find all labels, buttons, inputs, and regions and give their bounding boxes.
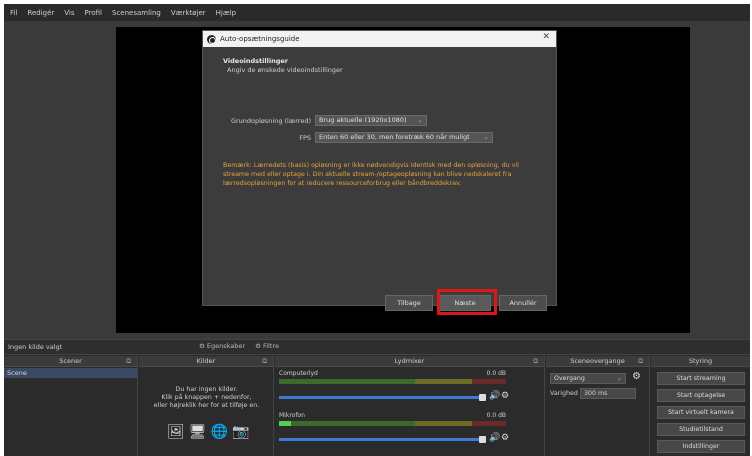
dock-float-icon[interactable]: ⧉ — [262, 356, 267, 367]
dock-float-icon[interactable]: ⧉ — [638, 356, 643, 367]
mixer-track-mic: Mikrofon 0.0 dB 🔊 ⚙ — [279, 412, 509, 452]
mixer-track-desktop: Computerlyd 0.0 dB 🔊 ⚙ — [279, 370, 509, 410]
sources-dock: Kilder ⧉ Du har ingen kilder. Klik på kn… — [139, 356, 274, 456]
volume-meter — [279, 421, 506, 426]
gear-icon[interactable]: ⚙ — [501, 433, 509, 443]
start-recording-button[interactable]: Start optagelse — [657, 389, 745, 402]
start-virtual-camera-button[interactable]: Start virtuelt kamera — [657, 406, 745, 419]
scene-transitions-dock: Sceneovergange ⧉ Overgang ⌄ ⚙ Varighed 3… — [546, 356, 650, 456]
chevron-down-icon: ⌄ — [483, 133, 489, 141]
sources-empty-text: Du har ingen kilder. Klik på knappen + n… — [139, 386, 274, 410]
scenes-dock-header: Scener ⧉ — [4, 356, 137, 367]
duration-value: 300 ms — [584, 390, 608, 397]
audio-mixer-dock: Lydmixer ⧉ Computerlyd 0.0 dB 🔊 ⚙ Mikrof… — [275, 356, 545, 456]
menu-view[interactable]: Vis — [64, 9, 74, 17]
menu-edit[interactable]: Redigér — [27, 9, 54, 17]
volume-slider-handle[interactable] — [479, 436, 486, 443]
speaker-icon[interactable]: 🔊 — [489, 391, 500, 401]
resolution-label: Grundopløsning (lærred) — [230, 117, 311, 125]
controls-dock-header: Styring — [651, 356, 750, 367]
dialog-subheading: Angiv de ønskede videoindstillinger — [227, 66, 343, 74]
properties-label: Egenskaber — [206, 342, 246, 350]
source-toolbar: Ingen kilde valgt ⚙ Egenskaber ⚙ Filtre — [4, 339, 750, 355]
speaker-icon[interactable]: 🔊 — [489, 433, 500, 443]
menu-bar: Fil Redigér Vis Profil Scenesamling Værk… — [4, 4, 750, 21]
fps-value: Enten 60 eller 30, men foretræk 60 når m… — [319, 133, 470, 141]
auto-config-dialog: Auto-opsætningsguide ✕ Videoindstillinge… — [202, 30, 557, 311]
track-db: 0.0 dB — [486, 370, 506, 377]
obs-window: Fil Redigér Vis Profil Scenesamling Værk… — [4, 4, 750, 456]
controls-dock: Styring Start streaming Start optagelse … — [651, 356, 750, 456]
volume-meter — [279, 379, 506, 384]
empty-text-line: eller højreklik her for at tilføje en. — [153, 402, 260, 409]
empty-text-line: Klik på knappen + nedenfor, — [161, 394, 252, 401]
no-source-label: Ingen kilde valgt — [8, 343, 63, 351]
volume-slider[interactable] — [279, 396, 479, 399]
transitions-dock-header: Sceneovergange ⧉ — [546, 356, 649, 367]
track-name: Mikrofon — [279, 412, 305, 419]
image-icon: 🖼 — [167, 424, 185, 440]
filters-button[interactable]: ⚙ Filtre — [255, 342, 279, 350]
dialog-title-bar: Auto-opsætningsguide ✕ — [203, 31, 556, 47]
camera-icon: 📷 — [232, 424, 250, 440]
dock-float-icon[interactable]: ⧉ — [126, 356, 131, 367]
level-indicator — [279, 421, 291, 426]
volume-slider[interactable] — [279, 438, 479, 441]
dialog-title: Auto-opsætningsguide — [220, 35, 300, 43]
duration-label: Varighed — [550, 390, 578, 397]
track-db: 0.0 dB — [486, 412, 506, 419]
source-type-icons: 🖼 🖥 🌐 📷 — [167, 424, 249, 440]
properties-button[interactable]: ⚙ Egenskaber — [199, 342, 245, 350]
chevron-down-icon: ⌄ — [417, 116, 423, 124]
menu-file[interactable]: Fil — [10, 9, 17, 17]
duration-input[interactable]: 300 ms — [580, 388, 636, 399]
scenes-title: Scener — [59, 357, 82, 365]
fps-select[interactable]: Enten 60 eller 30, men foretræk 60 når m… — [315, 132, 493, 143]
volume-slider-handle[interactable] — [479, 394, 486, 401]
gear-icon[interactable]: ⚙ — [632, 371, 641, 382]
dock-float-icon[interactable]: ⧉ — [533, 356, 538, 367]
resolution-select[interactable]: Brug aktuelle (1920x1080) ⌄ — [315, 115, 427, 126]
display-capture-icon: 🖥 — [188, 424, 207, 440]
chevron-down-icon: ⌄ — [616, 375, 622, 382]
menu-help[interactable]: Hjælp — [216, 9, 236, 17]
start-streaming-button[interactable]: Start streaming — [657, 372, 745, 385]
cancel-button[interactable]: Annullér — [499, 295, 547, 311]
settings-button[interactable]: Indstillinger — [657, 440, 745, 453]
menu-tools[interactable]: Værktøjer — [171, 9, 206, 17]
menu-profile[interactable]: Profil — [85, 9, 102, 17]
transition-type-value: Overgang — [554, 375, 585, 382]
sources-dock-header: Kilder ⧉ — [139, 356, 273, 367]
mixer-dock-header: Lydmixer ⧉ — [275, 356, 544, 367]
transitions-title: Sceneovergange — [570, 357, 625, 365]
next-button-highlight — [437, 289, 497, 315]
menu-scene-collection[interactable]: Scenesamling — [112, 9, 161, 17]
mixer-title: Lydmixer — [394, 357, 425, 365]
transition-type-select[interactable]: Overgang ⌄ — [550, 373, 626, 384]
back-button[interactable]: Tilbage — [385, 295, 433, 311]
track-name: Computerlyd — [279, 370, 318, 377]
gear-icon[interactable]: ⚙ — [501, 391, 509, 401]
scenes-dock: Scener ⧉ Scene — [4, 356, 138, 456]
controls-title: Styring — [688, 357, 713, 365]
browser-icon: 🌐 — [210, 424, 228, 440]
scene-list-item[interactable]: Scene — [4, 368, 137, 378]
fps-label: FPS — [299, 134, 311, 142]
filters-label: Filtre — [262, 342, 279, 350]
resolution-value: Brug aktuelle (1920x1080) — [319, 116, 407, 124]
dialog-heading: Videoindstillinger — [223, 57, 288, 65]
resolution-warning-text: Bemærk: Lærredets (basis) opløsning er i… — [223, 162, 519, 187]
obs-logo-icon — [207, 34, 216, 44]
studio-mode-button[interactable]: Studietilstand — [657, 423, 745, 436]
empty-text-line: Du har ingen kilder. — [175, 386, 238, 393]
sources-title: Kilder — [196, 357, 216, 365]
close-icon[interactable]: ✕ — [542, 32, 550, 42]
